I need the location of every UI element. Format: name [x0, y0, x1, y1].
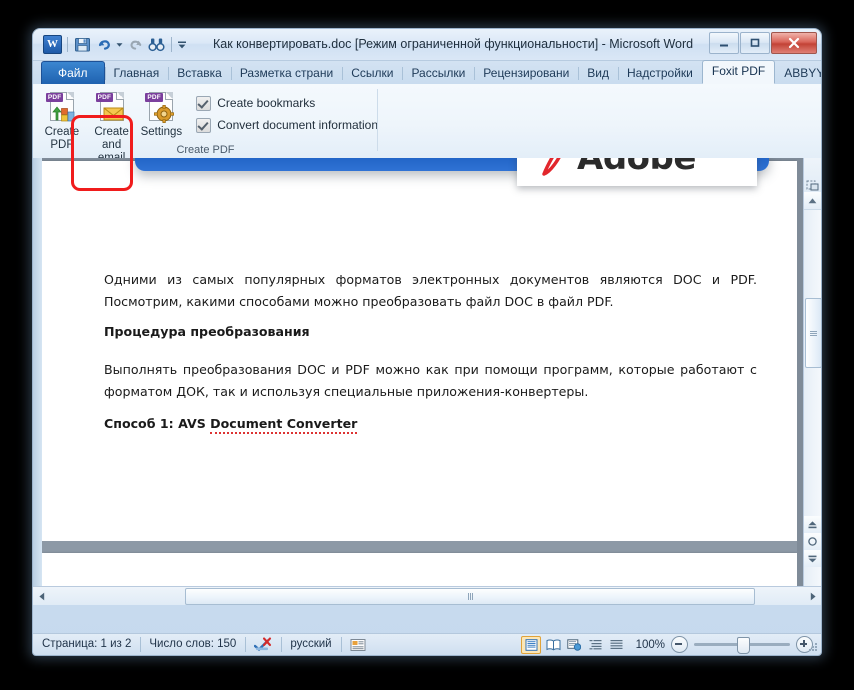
scroll-left-icon[interactable] — [33, 588, 50, 605]
tab-home[interactable]: Главная — [104, 63, 169, 84]
tab-view[interactable]: Вид — [578, 63, 618, 84]
customize-qat-icon[interactable] — [176, 34, 188, 55]
ribbon-tab-strip: Файл Главная Вставка Разметка страни Ссы… — [33, 60, 821, 84]
window-title: Как конвертировать.doc [Режим ограниченн… — [213, 37, 694, 51]
quick-access-toolbar: W — [42, 34, 188, 55]
document-banner-image: Adobe ◠ — [105, 158, 779, 186]
full-screen-reading-view-button[interactable] — [544, 637, 562, 653]
create-and-email-label-line1: Create — [94, 126, 129, 138]
create-and-email-icon: PDF — [95, 91, 128, 123]
horizontal-scroll-thumb[interactable] — [185, 588, 755, 605]
outline-view-button[interactable] — [586, 637, 604, 653]
vertical-scroll-thumb[interactable] — [805, 298, 821, 368]
save-icon[interactable] — [72, 34, 93, 55]
zoom-slider-thumb[interactable] — [737, 637, 750, 654]
tab-foxit-pdf[interactable]: Foxit PDF — [701, 60, 776, 84]
record-macro-icon[interactable] — [340, 634, 375, 655]
status-bar: Страница: 1 из 2 Число слов: 150 русский — [33, 633, 821, 655]
print-layout-view-button[interactable] — [521, 635, 541, 654]
create-bookmarks-checkbox[interactable]: Create bookmarks — [196, 92, 378, 114]
tab-mailings[interactable]: Рассылки — [402, 63, 474, 84]
scroll-grip — [810, 330, 817, 336]
adobe-logo: Adobe ◠ — [517, 158, 757, 186]
tab-abbyy-pdf-transformer[interactable]: ABBYY PDF Trans — [775, 63, 821, 84]
scroll-up-icon[interactable] — [804, 192, 821, 210]
page-indicator[interactable]: Страница: 1 из 2 — [33, 634, 140, 655]
language-indicator[interactable]: русский — [281, 634, 340, 655]
vertical-ruler — [33, 158, 42, 605]
tab-review[interactable]: Рецензировани — [474, 63, 578, 84]
create-pdf-label-line1: Create — [44, 126, 80, 138]
create-bookmarks-label: Create bookmarks — [217, 96, 316, 110]
tab-file[interactable]: Файл — [41, 61, 105, 84]
horizontal-scrollbar[interactable] — [33, 586, 821, 605]
group-divider — [377, 89, 378, 151]
tab-references[interactable]: Ссылки — [342, 63, 402, 84]
heading-procedure: Процедура преобразования — [104, 324, 310, 339]
zoom-slider[interactable] — [694, 637, 790, 654]
convert-document-information-checkbox[interactable]: Convert document information — [196, 114, 378, 136]
checkbox-box — [196, 95, 212, 111]
create-pdf-icon: PDF — [45, 91, 78, 123]
spellcheck-error-icon[interactable] — [245, 634, 281, 655]
group-create-pdf: PDF Create PDF PDF Create and PDF Settin… — [33, 84, 378, 164]
heading-method-1-prefix: Способ 1: AVS — [104, 416, 211, 431]
settings-icon: PDF — [145, 91, 177, 123]
tab-insert[interactable]: Вставка — [168, 63, 231, 84]
heading-method-1: Способ 1: AVS Document Converter — [104, 413, 757, 435]
close-button[interactable] — [771, 32, 817, 54]
pdf-options: Create bookmarks Convert document inform… — [196, 88, 378, 136]
web-layout-view-button[interactable] — [565, 637, 583, 653]
word-logo: W — [43, 35, 62, 54]
create-pdf-button[interactable]: PDF Create PDF — [37, 88, 87, 152]
scroll-grip — [467, 593, 473, 600]
maximize-button[interactable] — [740, 32, 770, 54]
adobe-swoosh-icon — [537, 158, 575, 178]
word-app-icon[interactable]: W — [42, 34, 63, 55]
adobe-wordmark: Adobe — [577, 158, 696, 178]
tab-page-layout[interactable]: Разметка страни — [230, 63, 342, 84]
heading-method-1-spelled: Document Converter — [210, 416, 358, 434]
paragraph-intro: Одними из самых популярных форматов элек… — [104, 272, 757, 309]
scroll-right-icon[interactable] — [804, 588, 821, 605]
draft-view-button[interactable] — [607, 637, 625, 653]
word-window: W Как конвертировать.doc [Режим ограниче… — [33, 29, 821, 655]
minimize-button[interactable] — [709, 32, 739, 54]
resize-grip[interactable] — [806, 641, 818, 653]
convert-document-information-label: Convert document information — [217, 118, 378, 132]
view-buttons — [511, 635, 625, 654]
document-page-1[interactable]: Adobe ◠ Одними из самых популярных форма… — [42, 158, 797, 541]
zoom-out-icon[interactable] — [671, 636, 688, 653]
document-canvas[interactable]: Adobe ◠ Одними из самых популярных форма… — [42, 158, 797, 586]
title-bar: W Как конвертировать.doc [Режим ограниче… — [33, 29, 821, 61]
settings-label: Settings — [140, 126, 183, 138]
page-gap — [42, 541, 797, 553]
vertical-scrollbar[interactable] — [803, 158, 821, 586]
next-page-icon[interactable] — [804, 550, 821, 567]
divider — [171, 37, 172, 52]
tab-addins[interactable]: Надстройки — [618, 63, 702, 84]
document-area: Adobe ◠ Одними из самых популярных форма… — [33, 158, 821, 605]
paragraph-methods: Выполнять преобразования DOC и PDF можно… — [104, 362, 757, 399]
select-object-icon[interactable] — [804, 158, 821, 194]
ribbon-panel: PDF Create PDF PDF Create and PDF Settin… — [33, 84, 821, 164]
redo-icon[interactable] — [125, 34, 146, 55]
word-count[interactable]: Число слов: 150 — [140, 634, 245, 655]
undo-dropdown-icon[interactable] — [114, 34, 125, 55]
find-icon[interactable] — [146, 34, 167, 55]
select-browse-object-icon[interactable] — [804, 533, 821, 550]
zoom-controls: 100% — [625, 636, 821, 654]
undo-icon[interactable] — [93, 34, 114, 55]
previous-page-icon[interactable] — [804, 516, 821, 533]
window-controls — [709, 32, 817, 54]
checkbox-box — [196, 117, 212, 133]
document-page-2[interactable] — [42, 553, 797, 586]
group-create-pdf-label: Create PDF — [176, 144, 235, 156]
settings-button[interactable]: PDF Settings — [137, 88, 187, 139]
divider — [67, 37, 68, 52]
browse-object-controls — [804, 516, 821, 567]
zoom-level-label[interactable]: 100% — [633, 639, 665, 651]
